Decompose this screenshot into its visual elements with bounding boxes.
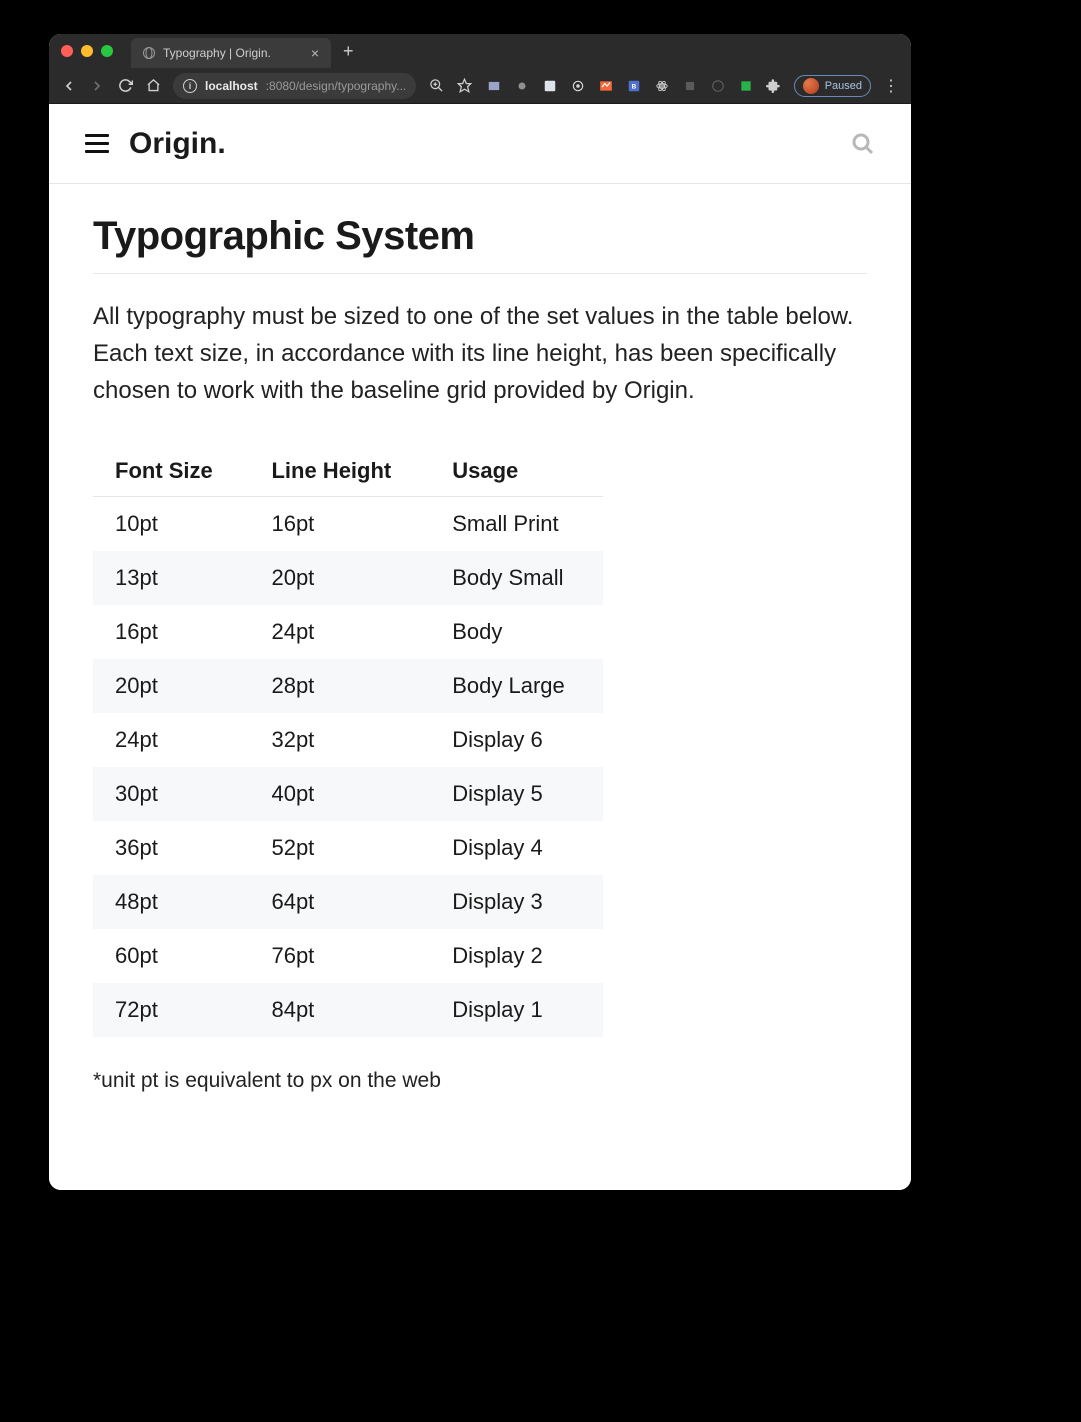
table-row: 72pt84ptDisplay 1 (93, 983, 603, 1037)
cell-line-height: 20pt (249, 551, 430, 605)
browser-tab[interactable]: Typography | Origin. × (131, 38, 331, 68)
extension-icons: B Paused ⋮ (486, 75, 899, 97)
browser-window: Typography | Origin. × + i localhost :808… (49, 34, 911, 1190)
svg-text:B: B (631, 83, 636, 90)
forward-button[interactable] (89, 78, 105, 94)
tab-title: Typography | Origin. (163, 46, 271, 60)
globe-icon (143, 47, 155, 59)
cell-line-height: 84pt (249, 983, 430, 1037)
tab-close-button[interactable]: × (311, 45, 319, 61)
cell-font-size: 10pt (93, 496, 249, 551)
th-usage: Usage (430, 446, 603, 497)
paused-label: Paused (825, 80, 862, 92)
cell-font-size: 13pt (93, 551, 249, 605)
table-row: 10pt16ptSmall Print (93, 496, 603, 551)
footnote: *unit pt is equivalent to px on the web (93, 1069, 867, 1093)
table-row: 24pt32ptDisplay 6 (93, 713, 603, 767)
cell-line-height: 24pt (249, 605, 430, 659)
table-row: 60pt76ptDisplay 2 (93, 929, 603, 983)
extension-icon[interactable]: B (626, 78, 642, 94)
cell-font-size: 24pt (93, 713, 249, 767)
url-host: localhost (205, 79, 258, 93)
page-content: Typographic System All typography must b… (49, 184, 911, 1133)
hamburger-menu-button[interactable] (85, 134, 109, 153)
table-row: 30pt40ptDisplay 5 (93, 767, 603, 821)
extension-icon[interactable] (738, 78, 754, 94)
cell-usage: Display 1 (430, 983, 603, 1037)
profile-paused-chip[interactable]: Paused (794, 75, 871, 97)
extension-icon[interactable] (542, 78, 558, 94)
th-font-size: Font Size (93, 446, 249, 497)
zoom-icon[interactable] (428, 78, 444, 94)
cell-usage: Small Print (430, 496, 603, 551)
extension-icon[interactable] (654, 78, 670, 94)
extension-icon[interactable] (486, 78, 502, 94)
info-icon: i (183, 79, 197, 93)
app-header: Origin. (49, 104, 911, 184)
bookmark-star-icon[interactable] (456, 78, 472, 94)
table-row: 13pt20ptBody Small (93, 551, 603, 605)
table-row: 48pt64ptDisplay 3 (93, 875, 603, 929)
table-row: 36pt52ptDisplay 4 (93, 821, 603, 875)
th-line-height: Line Height (249, 446, 430, 497)
url-bar[interactable]: i localhost :8080/design/typography... (173, 73, 416, 99)
cell-line-height: 32pt (249, 713, 430, 767)
home-button[interactable] (145, 78, 161, 94)
extension-icon[interactable] (682, 78, 698, 94)
cell-font-size: 16pt (93, 605, 249, 659)
cell-line-height: 16pt (249, 496, 430, 551)
extensions-puzzle-icon[interactable] (766, 78, 782, 94)
extension-icon[interactable] (514, 78, 530, 94)
browser-menu-button[interactable]: ⋮ (883, 76, 899, 96)
cell-line-height: 64pt (249, 875, 430, 929)
cell-line-height: 40pt (249, 767, 430, 821)
window-minimize-button[interactable] (81, 45, 93, 57)
reload-button[interactable] (117, 78, 133, 94)
extension-icon[interactable] (598, 78, 614, 94)
window-close-button[interactable] (61, 45, 73, 57)
page-viewport: Origin. Typographic System All typograph… (49, 104, 911, 1190)
brand-logo[interactable]: Origin. (129, 127, 226, 161)
cell-usage: Body (430, 605, 603, 659)
extension-icon[interactable] (570, 78, 586, 94)
typography-table: Font Size Line Height Usage 10pt16ptSmal… (93, 446, 603, 1037)
titlebar: Typography | Origin. × + (49, 34, 911, 68)
table-header-row: Font Size Line Height Usage (93, 446, 603, 497)
cell-line-height: 28pt (249, 659, 430, 713)
search-button[interactable] (851, 132, 875, 156)
cell-line-height: 76pt (249, 929, 430, 983)
table-row: 20pt28ptBody Large (93, 659, 603, 713)
cell-font-size: 36pt (93, 821, 249, 875)
table-row: 16pt24ptBody (93, 605, 603, 659)
cell-font-size: 20pt (93, 659, 249, 713)
extension-icon[interactable] (710, 78, 726, 94)
avatar-icon (803, 78, 819, 94)
cell-usage: Display 6 (430, 713, 603, 767)
cell-usage: Body Small (430, 551, 603, 605)
cell-line-height: 52pt (249, 821, 430, 875)
cell-font-size: 60pt (93, 929, 249, 983)
new-tab-button[interactable]: + (343, 41, 354, 62)
cell-font-size: 72pt (93, 983, 249, 1037)
cell-usage: Display 4 (430, 821, 603, 875)
url-path: :8080/design/typography... (266, 79, 407, 93)
cell-usage: Display 2 (430, 929, 603, 983)
cell-font-size: 48pt (93, 875, 249, 929)
page-title: Typographic System (93, 214, 867, 274)
browser-toolbar: i localhost :8080/design/typography... B … (49, 68, 911, 104)
cell-usage: Display 3 (430, 875, 603, 929)
cell-usage: Body Large (430, 659, 603, 713)
window-maximize-button[interactable] (101, 45, 113, 57)
back-button[interactable] (61, 78, 77, 94)
cell-usage: Display 5 (430, 767, 603, 821)
traffic-lights (61, 45, 113, 57)
intro-paragraph: All typography must be sized to one of t… (93, 298, 867, 410)
cell-font-size: 30pt (93, 767, 249, 821)
